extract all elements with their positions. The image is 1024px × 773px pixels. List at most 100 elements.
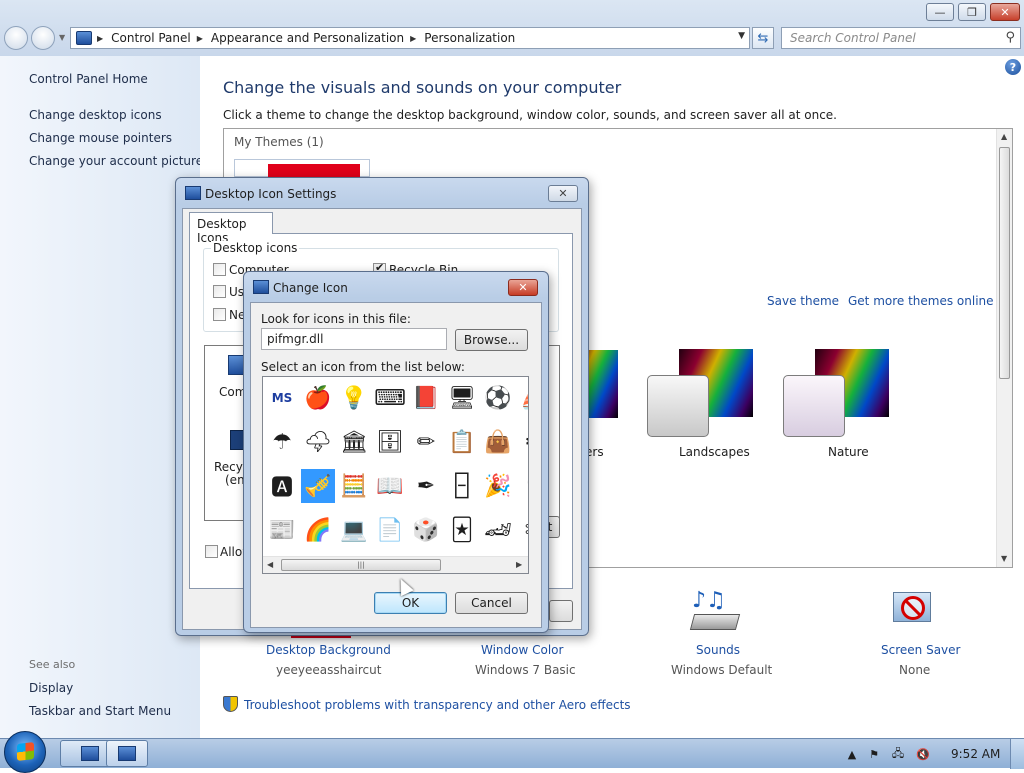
tab-desktop-icons[interactable]: Desktop Icons: [189, 212, 273, 245]
cancel-button[interactable]: Cancel: [455, 592, 528, 614]
chevron-right-icon[interactable]: ▶: [97, 34, 103, 43]
taskbar-button-personalization[interactable]: [106, 740, 148, 767]
screen-saver-link[interactable]: Screen Saver: [881, 643, 960, 657]
my-themes-heading: My Themes (1): [234, 135, 324, 149]
icon-choice[interactable]: 📕: [409, 381, 443, 415]
chevron-down-icon[interactable]: ▼: [738, 31, 745, 41]
scroll-right-icon[interactable]: ▶: [516, 560, 522, 569]
scroll-left-icon[interactable]: ◀: [267, 560, 273, 569]
icon-choice[interactable]: 🍎: [301, 381, 335, 415]
change-mouse-pointers-link[interactable]: Change mouse pointers: [29, 131, 172, 145]
start-button[interactable]: [4, 731, 46, 773]
my-theme-thumbnail[interactable]: [234, 159, 370, 178]
ok-button[interactable]: OK: [374, 592, 447, 614]
sounds-icon[interactable]: ♪♫: [689, 588, 742, 636]
users-files-checkbox[interactable]: [213, 285, 226, 298]
dialog-title: Change Icon: [273, 281, 348, 295]
icon-choice[interactable]: ✏: [409, 425, 443, 459]
theme-nature[interactable]: [783, 349, 889, 439]
icon-choice[interactable]: ✒: [409, 469, 443, 503]
breadcrumb-control-panel[interactable]: Control Panel: [111, 31, 191, 45]
breadcrumb-personalization[interactable]: Personalization: [424, 31, 515, 45]
icon-choice[interactable]: 📄: [373, 513, 407, 547]
change-account-picture-link[interactable]: Change your account picture: [29, 154, 203, 168]
close-button[interactable]: ✕: [508, 279, 538, 296]
icon-choice[interactable]: 🖥: [445, 381, 479, 415]
icon-choice[interactable]: 💻: [337, 513, 371, 547]
change-desktop-icons-link[interactable]: Change desktop icons: [29, 108, 162, 122]
icon-choice[interactable]: MS: [265, 381, 299, 415]
scrollbar-thumb[interactable]: [999, 147, 1010, 379]
close-button[interactable]: ✕: [990, 3, 1020, 21]
allow-themes-checkbox[interactable]: [205, 545, 218, 558]
icon-list[interactable]: MS🍎💡⌨📕🖥⚽⛵ ☂🌩🏛🗄✏📋👜⚙ 🅰🎺🧮📖✒🁣🎉🍷 📰🌈💻📄🎲🃏🏎✂: [262, 376, 529, 574]
icon-file-input[interactable]: pifmgr.dll: [261, 328, 447, 350]
save-theme-link[interactable]: Save theme: [767, 294, 839, 308]
icon-choice[interactable]: 🅰: [265, 469, 299, 503]
chevron-right-icon[interactable]: ▶: [197, 34, 203, 43]
icon-choice[interactable]: 💡: [337, 381, 371, 415]
breadcrumb-appearance[interactable]: Appearance and Personalization: [211, 31, 404, 45]
icon-choice[interactable]: 🧮: [337, 469, 371, 503]
icon-choice[interactable]: 🎉: [481, 469, 515, 503]
icon-list-scrollbar[interactable]: ◀ ||| ▶: [263, 556, 528, 573]
refresh-button[interactable]: ⇆: [752, 27, 774, 49]
apply-button-partial[interactable]: [549, 600, 573, 622]
icon-choice[interactable]: 🗄: [373, 425, 407, 459]
action-center-flag-icon[interactable]: ⚑: [867, 747, 881, 761]
computer-checkbox[interactable]: [213, 263, 226, 276]
forward-button[interactable]: [31, 26, 55, 50]
icon-choice[interactable]: 🎲: [409, 513, 443, 547]
icon-choice[interactable]: ⛵: [517, 381, 528, 415]
browse-button[interactable]: Browse...: [455, 329, 528, 351]
minimize-button[interactable]: —: [926, 3, 954, 21]
clock[interactable]: 9:52 AM: [951, 747, 1000, 761]
themes-scrollbar[interactable]: ▲ ▼: [996, 129, 1012, 567]
display-link[interactable]: Display: [29, 681, 73, 695]
volume-muted-icon[interactable]: 🔇: [916, 747, 930, 761]
theme-landscapes[interactable]: [647, 349, 753, 439]
icon-choice[interactable]: 🎺: [301, 469, 335, 503]
search-icon[interactable]: ⚲: [1005, 30, 1015, 45]
icon-choice[interactable]: 🌈: [301, 513, 335, 547]
show-hidden-icons-icon[interactable]: ▲: [845, 747, 859, 761]
address-bar[interactable]: ▶ Control Panel ▶ Appearance and Persona…: [70, 27, 750, 49]
icon-choice[interactable]: 📋: [445, 425, 479, 459]
get-more-themes-link[interactable]: Get more themes online: [848, 294, 994, 308]
scroll-down-icon[interactable]: ▼: [1001, 554, 1007, 563]
icon-choice[interactable]: 👜: [481, 425, 515, 459]
window-color-link[interactable]: Window Color: [481, 643, 563, 657]
icon-choice[interactable]: ✂: [517, 513, 528, 547]
change-icon-dialog-icon: [253, 280, 269, 294]
help-icon[interactable]: ?: [1005, 59, 1021, 75]
icon-choice[interactable]: 🃏: [445, 513, 479, 547]
show-desktop-button[interactable]: [1010, 739, 1024, 769]
network-checkbox[interactable]: [213, 308, 226, 321]
network-icon[interactable]: 🖧: [891, 747, 905, 761]
scroll-up-icon[interactable]: ▲: [1001, 132, 1007, 141]
back-button[interactable]: [4, 26, 28, 50]
search-input[interactable]: Search Control Panel ⚲: [781, 27, 1021, 49]
icon-choice[interactable]: ⚽: [481, 381, 515, 415]
icon-choice[interactable]: 🏛: [337, 425, 371, 459]
scrollbar-thumb[interactable]: |||: [281, 559, 441, 571]
chevron-right-icon[interactable]: ▶: [410, 34, 416, 43]
screen-saver-icon[interactable]: [889, 588, 935, 634]
control-panel-home-link[interactable]: Control Panel Home: [29, 72, 148, 86]
icon-choice[interactable]: 📰: [265, 513, 299, 547]
icon-choice[interactable]: 📖: [373, 469, 407, 503]
icon-choice[interactable]: ⌨: [373, 381, 407, 415]
desktop-background-link[interactable]: Desktop Background: [266, 643, 391, 657]
close-button[interactable]: ✕: [548, 185, 578, 202]
icon-choice[interactable]: 🁣: [445, 469, 479, 503]
troubleshoot-aero-link[interactable]: Troubleshoot problems with transparency …: [244, 698, 631, 712]
recent-pages-chevron-icon[interactable]: ▼: [59, 33, 65, 42]
icon-choice[interactable]: 🌩: [301, 425, 335, 459]
maximize-button[interactable]: ❐: [958, 3, 986, 21]
sounds-link[interactable]: Sounds: [696, 643, 740, 657]
icon-choice[interactable]: ☂: [265, 425, 299, 459]
icon-choice[interactable]: 🏎: [481, 513, 515, 547]
icon-choice[interactable]: 🍷: [517, 469, 528, 503]
taskbar-start-menu-link[interactable]: Taskbar and Start Menu: [29, 704, 171, 718]
icon-choice[interactable]: ⚙: [517, 425, 528, 459]
